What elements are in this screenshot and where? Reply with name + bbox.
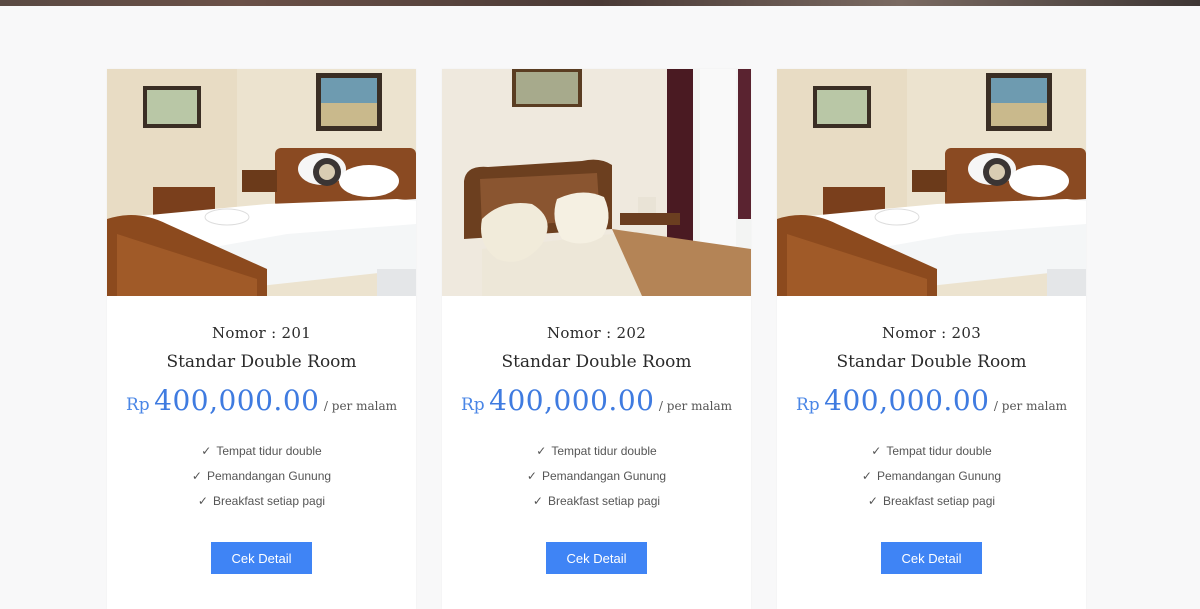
feature-label: Tempat tidur double bbox=[216, 444, 322, 458]
feature-label: Pemandangan Gunung bbox=[206, 469, 332, 483]
feature-label: Pemandangan Gunung bbox=[876, 469, 1002, 483]
room-number: Nomor : 202 bbox=[546, 324, 647, 342]
price-currency: Rp bbox=[125, 395, 150, 415]
price-amount: 400,000.00 bbox=[489, 384, 655, 417]
feature-label: Breakfast setiap pagi bbox=[212, 494, 326, 508]
room-card: Nomor : 202 Standar Double Room Rp 400,0… bbox=[442, 69, 751, 609]
room-card: Nomor : 203 Standar Double Room Rp 400,0… bbox=[777, 69, 1086, 609]
check-detail-button[interactable]: Cek Detail bbox=[211, 542, 312, 574]
feature-label: Tempat tidur double bbox=[886, 444, 992, 458]
feature-item: ✓ Pemandangan Gunung bbox=[107, 464, 416, 489]
feature-item: ✓ Pemandangan Gunung bbox=[442, 464, 751, 489]
room-photo bbox=[442, 69, 751, 296]
check-icon: ✓ bbox=[201, 444, 212, 458]
check-detail-button[interactable]: Cek Detail bbox=[881, 542, 982, 574]
check-detail-button[interactable]: Cek Detail bbox=[546, 542, 647, 574]
feature-item: ✓ Tempat tidur double bbox=[777, 439, 1086, 464]
room-card: Nomor : 201 Standar Double Room Rp 400,0… bbox=[107, 69, 416, 609]
hero-image-bottom-edge bbox=[0, 0, 1200, 6]
room-card-list: Nomor : 201 Standar Double Room Rp 400,0… bbox=[107, 69, 1086, 609]
price-amount: 400,000.00 bbox=[154, 384, 320, 417]
room-price: Rp 400,000.00 / per malam bbox=[777, 384, 1086, 417]
feature-item: ✓ Breakfast setiap pagi bbox=[107, 489, 416, 514]
check-icon: ✓ bbox=[191, 469, 202, 483]
price-unit: / per malam bbox=[993, 399, 1068, 413]
price-amount: 400,000.00 bbox=[824, 384, 990, 417]
room-price: Rp 400,000.00 / per malam bbox=[442, 384, 751, 417]
feature-label: Breakfast setiap pagi bbox=[547, 494, 661, 508]
price-unit: / per malam bbox=[658, 399, 733, 413]
feature-label: Breakfast setiap pagi bbox=[882, 494, 996, 508]
check-icon: ✓ bbox=[871, 444, 882, 458]
room-name: Standar Double Room bbox=[166, 352, 357, 372]
room-photo bbox=[777, 69, 1086, 296]
feature-item: ✓ Breakfast setiap pagi bbox=[777, 489, 1086, 514]
check-icon: ✓ bbox=[867, 494, 878, 508]
check-icon: ✓ bbox=[526, 469, 537, 483]
check-icon: ✓ bbox=[197, 494, 208, 508]
room-price: Rp 400,000.00 / per malam bbox=[107, 384, 416, 417]
room-name: Standar Double Room bbox=[501, 352, 692, 372]
room-name: Standar Double Room bbox=[836, 352, 1027, 372]
room-photo bbox=[107, 69, 416, 296]
room-number: Nomor : 203 bbox=[881, 324, 982, 342]
price-unit: / per malam bbox=[323, 399, 398, 413]
feature-list: ✓ Tempat tidur double ✓ Pemandangan Gunung… bbox=[777, 439, 1086, 514]
feature-label: Tempat tidur double bbox=[551, 444, 657, 458]
feature-label: Pemandangan Gunung bbox=[541, 469, 667, 483]
check-icon: ✓ bbox=[861, 469, 872, 483]
check-icon: ✓ bbox=[536, 444, 547, 458]
price-currency: Rp bbox=[460, 395, 485, 415]
feature-item: ✓ Breakfast setiap pagi bbox=[442, 489, 751, 514]
feature-item: ✓ Pemandangan Gunung bbox=[777, 464, 1086, 489]
room-number: Nomor : 201 bbox=[211, 324, 312, 342]
feature-item: ✓ Tempat tidur double bbox=[107, 439, 416, 464]
feature-list: ✓ Tempat tidur double ✓ Pemandangan Gunung… bbox=[442, 439, 751, 514]
feature-item: ✓ Tempat tidur double bbox=[442, 439, 751, 464]
check-icon: ✓ bbox=[532, 494, 543, 508]
price-currency: Rp bbox=[795, 395, 820, 415]
feature-list: ✓ Tempat tidur double ✓ Pemandangan Gunung… bbox=[107, 439, 416, 514]
